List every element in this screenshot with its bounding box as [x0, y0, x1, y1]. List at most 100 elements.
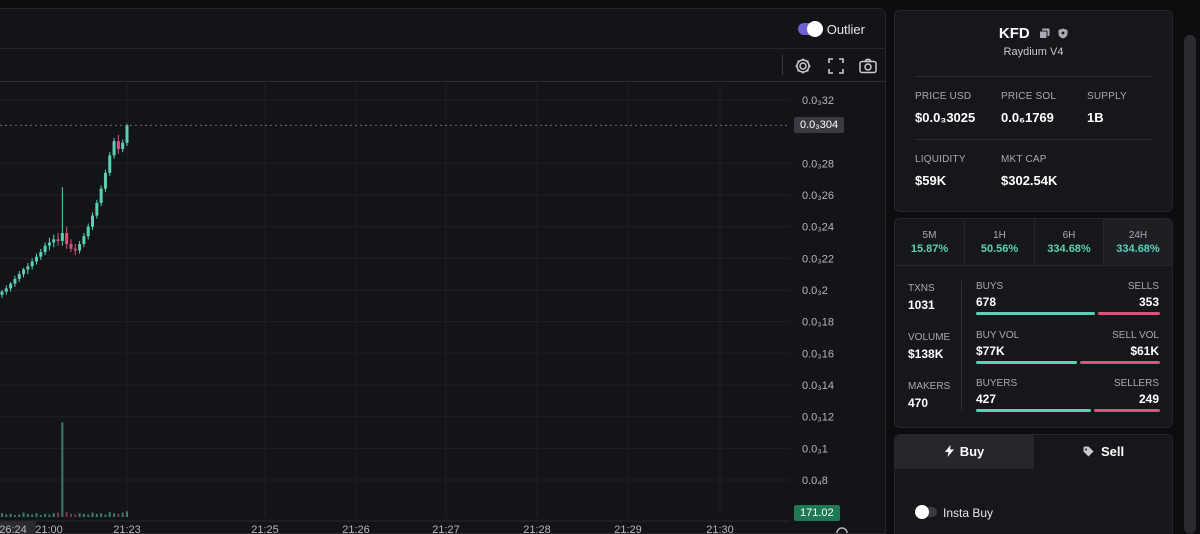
- mktcap-label: MKT CAP: [1001, 154, 1047, 165]
- tag-icon: [1083, 446, 1094, 457]
- axis-settings-icon[interactable]: [836, 527, 848, 534]
- volume-bar: [69, 513, 72, 517]
- x-axis: 26:24 21:00 21:23 21:25 21:26 21:27 21:28 21:29…: [0, 520, 790, 534]
- dex-name: Raydium V4: [1003, 46, 1064, 58]
- liquidity-value: $59K: [915, 173, 947, 188]
- candle-body: [34, 256, 38, 262]
- volume-label: VOLUME: [908, 332, 951, 343]
- x-tick-label: 21:26: [342, 524, 370, 534]
- buy-vol-value: $77K: [976, 344, 1005, 358]
- x-tick-label: 21:29: [614, 524, 642, 534]
- volume-bar: [44, 513, 47, 517]
- volume-bar: [1, 513, 3, 517]
- timeframe-label: 5M: [922, 230, 937, 241]
- lightning-icon: [944, 445, 954, 457]
- copy-icon[interactable]: [1038, 28, 1050, 39]
- volume-bar: [31, 514, 34, 517]
- candle-body: [43, 245, 47, 252]
- sells-bar: [1098, 312, 1160, 315]
- makers-value: 470: [908, 396, 929, 410]
- timeframe-24h[interactable]: 24H 334.68%: [1104, 219, 1172, 265]
- chart-panel[interactable]: Outlier 0.0₃32 0.0₃28 0.0₃26 0.0₃24 0.0₃…: [0, 8, 886, 534]
- candle-body: [121, 142, 125, 150]
- timeframe-label: 1H: [993, 230, 1006, 241]
- candle-body: [82, 236, 86, 245]
- volume-bar: [113, 513, 116, 517]
- volume-bar: [87, 514, 90, 517]
- timeframe-6h[interactable]: 6H 334.68%: [1035, 219, 1104, 265]
- candle-body: [26, 266, 30, 270]
- timeframe-change: 15.87%: [910, 243, 949, 255]
- token-name: KFD: [895, 25, 1172, 42]
- liquidity-label: LIQUIDITY: [915, 154, 966, 165]
- volume-bar: [121, 512, 124, 517]
- buyers-bar: [976, 409, 1091, 412]
- sellers-label: SELLERS: [1113, 378, 1159, 389]
- timeframe-label: 6H: [1062, 230, 1076, 241]
- insta-buy-label: Insta Buy: [943, 506, 994, 520]
- candle-body: [13, 278, 17, 284]
- y-tick-label: 0.0₃24: [802, 222, 834, 234]
- x-tick-label: 21:30: [706, 524, 734, 534]
- sell-tab-label: Sell: [1100, 444, 1125, 459]
- candle-body: [52, 239, 56, 243]
- volume-bar: [9, 513, 12, 517]
- transactions-panel: 5M 15.87% 1H 50.56% 6H 334.68% 24H 334.6…: [894, 218, 1173, 428]
- volume-bar: [5, 514, 8, 517]
- insta-buy-toggle[interactable]: [915, 505, 937, 519]
- x-tick-label: 21:25: [251, 524, 279, 534]
- sell-vol-bar: [1080, 361, 1160, 364]
- divider: [915, 139, 1152, 140]
- buyers-value: 427: [976, 392, 997, 406]
- volume-bar: [61, 422, 64, 517]
- volume-bar: [91, 512, 94, 517]
- buys-label: BUYS: [976, 281, 1004, 292]
- volume-bar: [57, 512, 60, 517]
- candle-body: [91, 215, 95, 227]
- x-tick-label: 21:00: [35, 524, 63, 534]
- volume-bar: [95, 513, 98, 517]
- candle-body: [60, 233, 64, 241]
- mktcap-value: $302.54K: [1001, 173, 1058, 188]
- volume-bar: [52, 513, 55, 517]
- token-symbol: KFD: [998, 25, 1030, 42]
- y-tick-label: 0.0₃16: [802, 348, 834, 360]
- supply-label: SUPPLY: [1087, 91, 1127, 102]
- candles: [0, 123, 129, 298]
- volume-bar: [104, 514, 107, 517]
- y-axis: 0.0₃32 0.0₃28 0.0₃26 0.0₃24 0.0₃22 0.0₃2 0.0₃1…: [802, 95, 834, 487]
- buy-vol-bar: [976, 361, 1078, 364]
- y-tick-label: 0.0₃22: [802, 253, 834, 265]
- candle-body: [30, 261, 34, 267]
- x-tick-label: 21:27: [432, 524, 460, 534]
- candle-body: [22, 269, 26, 275]
- volume-bar: [39, 515, 42, 517]
- y-tick-label: 0.0₃1: [802, 443, 828, 455]
- price-chart[interactable]: 0.0₃32 0.0₃28 0.0₃26 0.0₃24 0.0₃22 0.0₃2 0.0₃1…: [0, 9, 886, 534]
- buy-tab[interactable]: Buy: [895, 435, 1034, 469]
- x-tick-label: 21:23: [113, 524, 141, 534]
- y-tick-label: 0.0₃26: [802, 190, 834, 202]
- candle-body: [69, 244, 73, 249]
- insta-buy-toggle-knob: [915, 505, 929, 519]
- candle-body: [65, 233, 69, 245]
- volume-bar: [82, 513, 85, 517]
- candle-body: [39, 252, 43, 257]
- shield-icon[interactable]: [1058, 28, 1068, 39]
- divider: [895, 265, 1172, 266]
- buys-value: 678: [976, 295, 997, 309]
- txns-value: 1031: [908, 298, 935, 312]
- timeframe-change: 50.56%: [980, 243, 1019, 255]
- scrollbar[interactable]: [1184, 35, 1196, 534]
- volume-bar: [35, 513, 38, 517]
- sell-tab[interactable]: Sell: [1034, 435, 1173, 469]
- y-tick-label: 0.0₃32: [802, 95, 834, 107]
- candle-body: [17, 274, 21, 279]
- sells-value: 353: [1138, 295, 1159, 309]
- timeframe-1h[interactable]: 1H 50.56%: [965, 219, 1035, 265]
- candle-body: [47, 242, 51, 246]
- timeframe-5m[interactable]: 5M 15.87%: [895, 219, 965, 265]
- token-info-panel: KFD Raydium V4 PRICE USD $0.0₃3025 PRICE…: [894, 10, 1173, 212]
- supply-value: 1B: [1087, 110, 1104, 125]
- sells-label: SELLS: [1127, 281, 1159, 292]
